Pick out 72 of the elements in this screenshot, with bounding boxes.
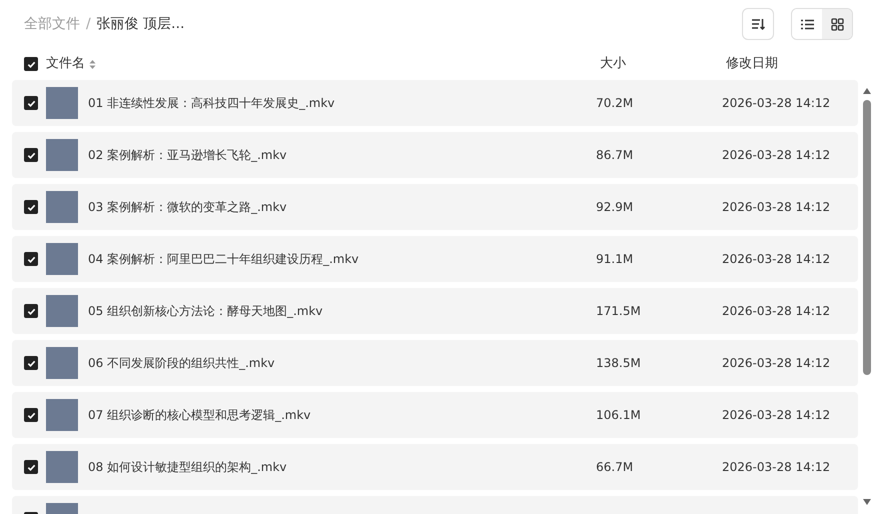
checkbox[interactable] bbox=[24, 304, 38, 318]
column-header: 大小 bbox=[600, 55, 627, 74]
sort-button[interactable] bbox=[742, 8, 774, 40]
file-name: 04 案例解析：阿里巴巴二十年组织建设历程_.mkv bbox=[88, 251, 360, 268]
file-size: 106.1M bbox=[596, 407, 642, 424]
file-name: 02 案例解析：亚马逊增长飞轮_.mkv bbox=[88, 147, 288, 164]
modified-date: 2026-03-28 14:12 bbox=[722, 95, 832, 112]
file-name: 01 非连续性发展：高科技四十年发展史_.mkv bbox=[88, 95, 336, 112]
modified-date: 2026-03-28 14:12 bbox=[722, 251, 832, 268]
modified-date: 2026-03-28 14:12 bbox=[722, 303, 832, 320]
check-icon bbox=[26, 306, 36, 316]
file-name: 05 组织创新核心方法论：酵母天地图_.mkv bbox=[88, 303, 324, 320]
breadcrumb-separator: / bbox=[86, 14, 91, 34]
checkbox[interactable] bbox=[24, 200, 38, 214]
check-icon bbox=[26, 358, 36, 368]
modified-date: 2026-03-28 14:12 bbox=[722, 355, 832, 372]
file-row[interactable]: 05 组织创新核心方法论：酵母天地图_.mkv 171.5M 2026-03-28 14:12 bbox=[12, 288, 858, 334]
grid-view-button[interactable] bbox=[822, 9, 852, 39]
photo-placeholder bbox=[46, 191, 78, 223]
checkbox[interactable] bbox=[24, 356, 38, 370]
file-name: 06 不同发展阶段的组织共性_.mkv bbox=[88, 355, 276, 372]
file-size: 70.2M bbox=[596, 95, 634, 112]
file-size: 138.5M bbox=[596, 355, 642, 372]
file-size: 86.7M bbox=[596, 147, 634, 164]
file-size: 92.9M bbox=[596, 199, 634, 216]
file-name: 08 如何设计敏捷型组织的架构_.mkv bbox=[88, 459, 288, 476]
photo-placeholder bbox=[46, 295, 78, 327]
file-size: 66.7M bbox=[596, 459, 634, 476]
check-icon bbox=[26, 410, 36, 420]
checkbox[interactable] bbox=[24, 148, 38, 162]
photo-placeholder bbox=[46, 87, 78, 119]
check-icon bbox=[26, 150, 36, 160]
scroll-down-icon[interactable] bbox=[862, 498, 872, 506]
modified-date: 2026-03-28 14:12 bbox=[722, 459, 832, 476]
check-icon bbox=[26, 202, 36, 212]
column-header[interactable]: 文件名 bbox=[46, 54, 85, 74]
file-row[interactable]: 08 如何设计敏捷型组织的架构_.mkv 66.7M 2026-03-28 14:12 bbox=[12, 444, 858, 490]
checkbox[interactable] bbox=[24, 460, 38, 474]
photo-placeholder bbox=[46, 347, 78, 379]
scroll-up-icon[interactable] bbox=[862, 87, 872, 95]
file-row[interactable]: 01 非连续性发展：高科技四十年发展史_.mkv 70.2M 2026-03-28 14:12 bbox=[12, 80, 858, 126]
photo-placeholder bbox=[46, 243, 78, 275]
check-icon bbox=[26, 462, 36, 472]
check-icon bbox=[26, 254, 36, 264]
checkbox[interactable] bbox=[24, 57, 38, 71]
sort-icon[interactable] bbox=[89, 58, 96, 70]
file-row[interactable]: 03 案例解析：微软的变革之路_.mkv 92.9M 2026-03-28 14:12 bbox=[12, 184, 858, 230]
column-header: 修改日期 bbox=[726, 55, 779, 74]
modified-date: 2026-03-28 14:12 bbox=[722, 199, 832, 216]
file-row[interactable]: 06 不同发展阶段的组织共性_.mkv 138.5M 2026-03-28 14:12 bbox=[12, 340, 858, 386]
file-row[interactable]: 02 案例解析：亚马逊增长飞轮_.mkv 86.7M 2026-03-28 14:12 bbox=[12, 132, 858, 178]
file-size: 171.5M bbox=[596, 303, 642, 320]
grid-view-icon bbox=[830, 18, 844, 30]
file-size: 91.1M bbox=[596, 251, 634, 268]
modified-date: 2026-03-28 14:12 bbox=[722, 147, 832, 164]
check-icon bbox=[26, 60, 36, 68]
list-view-icon bbox=[800, 18, 814, 30]
checkbox[interactable] bbox=[24, 252, 38, 266]
modified-date: 2026-03-28 14:12 bbox=[722, 407, 832, 424]
file-name: 07 组织诊断的核心模型和思考逻辑_.mkv bbox=[88, 407, 312, 424]
checkbox[interactable] bbox=[24, 96, 38, 110]
checkbox[interactable] bbox=[24, 408, 38, 422]
scroll-thumb[interactable] bbox=[863, 100, 871, 375]
file-row[interactable]: 07 组织诊断的核心模型和思考逻辑_.mkv 106.1M 2026-03-28 14:12 bbox=[12, 392, 858, 438]
photo-placeholder bbox=[46, 451, 78, 483]
file-name: 03 案例解析：微软的变革之路_.mkv bbox=[88, 199, 288, 216]
breadcrumb-current: 张丽俊 顶层... bbox=[96, 14, 185, 34]
file-row[interactable]: 04 案例解析：阿里巴巴二十年组织建设历程_.mkv 91.1M 2026-03-28 14:12 bbox=[12, 236, 858, 282]
check-icon bbox=[26, 98, 36, 108]
sort-icon bbox=[751, 17, 765, 31]
photo-placeholder bbox=[46, 399, 78, 431]
photo-placeholder bbox=[46, 139, 78, 171]
